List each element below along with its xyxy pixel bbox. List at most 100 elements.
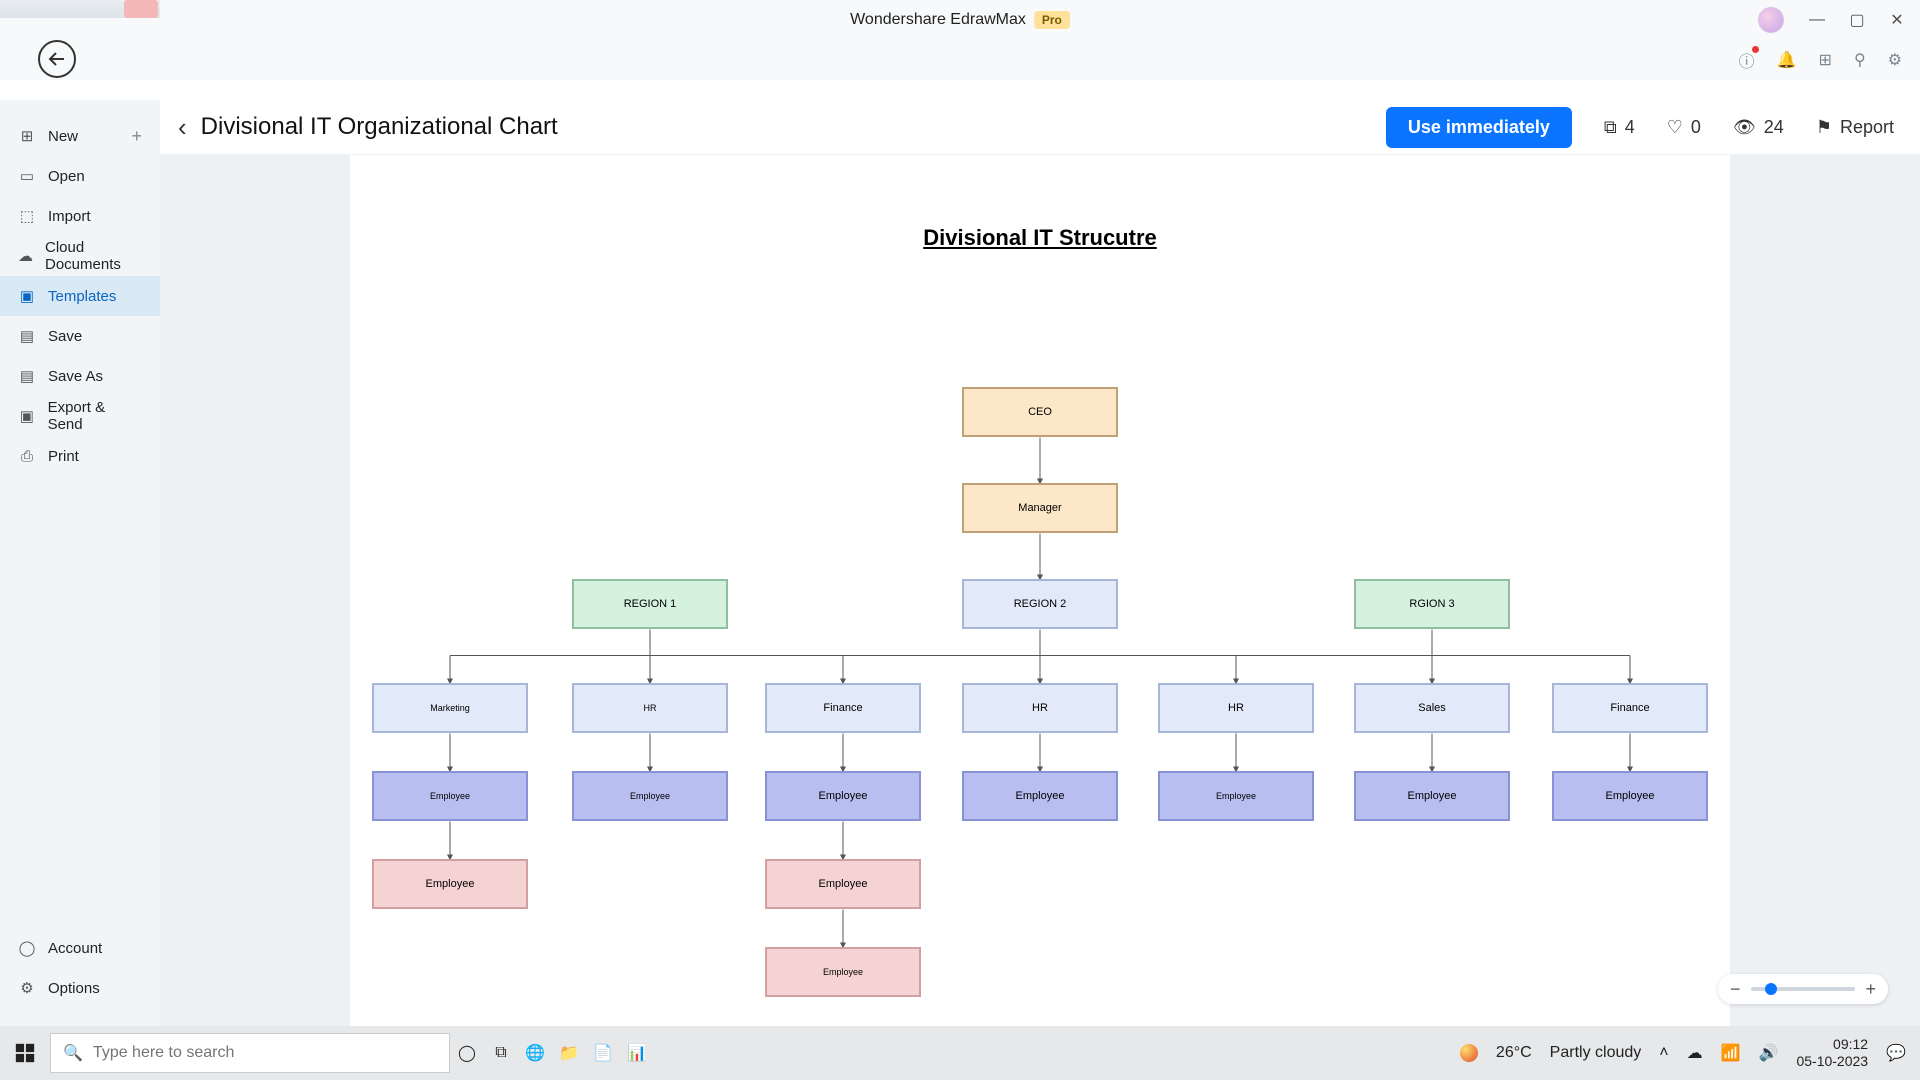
org-node-emp9[interactable]: Employee	[765, 859, 921, 909]
sidebar-item-print[interactable]: ⎙ Print	[0, 436, 160, 476]
sidebar-item-account[interactable]: ◯ Account	[0, 928, 160, 968]
sidebar-item-export[interactable]: ▣ Export & Send	[0, 396, 160, 436]
org-node-dept-hr1[interactable]: HR	[572, 683, 728, 733]
org-node-emp1[interactable]: Employee	[372, 771, 528, 821]
org-node-ceo[interactable]: CEO	[962, 387, 1118, 437]
clock-date: 05-10-2023	[1796, 1053, 1868, 1070]
org-node-region1[interactable]: REGION 1	[572, 579, 728, 629]
sidebar-item-label: Save	[48, 328, 82, 345]
pin-icon[interactable]: ⚲	[1854, 50, 1866, 70]
sidebar-item-label: Print	[48, 448, 79, 465]
window-tab-close-stub[interactable]	[124, 0, 158, 18]
sidebar-item-label: Import	[48, 208, 91, 225]
org-node-manager[interactable]: Manager	[962, 483, 1118, 533]
sidebar-item-label: Account	[48, 940, 102, 957]
taskbar-clock[interactable]: 09:12 05-10-2023	[1796, 1036, 1868, 1070]
window-maximize-button[interactable]: ▢	[1840, 6, 1874, 34]
tray-onedrive-icon[interactable]: ☁	[1687, 1043, 1703, 1063]
zoom-slider[interactable]	[1751, 987, 1856, 991]
settings-icon[interactable]: ⚙	[1888, 50, 1902, 70]
org-node-dept-finance2[interactable]: Finance	[1552, 683, 1708, 733]
windows-icon	[14, 1042, 36, 1064]
taskbar-app-edrawmax[interactable]: 📊	[620, 1036, 654, 1070]
copies-stat[interactable]: ⧉4	[1604, 117, 1635, 138]
org-node-dept-finance1[interactable]: Finance	[765, 683, 921, 733]
org-node-emp2[interactable]: Employee	[572, 771, 728, 821]
sidebar-item-options[interactable]: ⚙ Options	[0, 968, 160, 1008]
diagram-canvas[interactable]: Divisional IT Strucutre	[350, 155, 1730, 1026]
cloud-icon: ☁	[18, 247, 33, 265]
save-icon: ▤	[18, 367, 36, 385]
user-avatar[interactable]	[1758, 7, 1784, 33]
org-node-dept-marketing[interactable]: Marketing	[372, 683, 528, 733]
taskbar-app-explorer[interactable]: 📁	[552, 1036, 586, 1070]
app-name: Wondershare EdrawMax	[850, 11, 1026, 29]
tray-notifications-icon[interactable]: 💬	[1886, 1043, 1906, 1063]
sidebar-item-label: Cloud Documents	[45, 239, 142, 273]
start-button[interactable]	[0, 1026, 50, 1080]
org-node-region3[interactable]: RGION 3	[1354, 579, 1510, 629]
copy-icon: ⧉	[1604, 117, 1617, 138]
tray-chevron-icon[interactable]: ˄	[1659, 1044, 1668, 1062]
weather-icon	[1460, 1044, 1478, 1062]
views-stat: 👁24	[1733, 117, 1784, 138]
heart-icon: ♡	[1667, 117, 1683, 138]
sidebar-item-label: Save As	[48, 368, 103, 385]
sidebar-item-cloud[interactable]: ☁ Cloud Documents	[0, 236, 160, 276]
weather-text[interactable]: Partly cloudy	[1550, 1044, 1642, 1062]
plus-icon[interactable]: +	[131, 126, 142, 147]
org-node-emp8[interactable]: Employee	[372, 859, 528, 909]
org-node-emp5[interactable]: Employee	[1158, 771, 1314, 821]
org-node-dept-hr3[interactable]: HR	[1158, 683, 1314, 733]
report-button[interactable]: ⚑ Report	[1816, 117, 1894, 138]
apps-icon[interactable]: ⊞	[1819, 50, 1832, 70]
chevron-left-icon[interactable]: ‹	[178, 112, 187, 143]
sidebar-item-templates[interactable]: ▣ Templates	[0, 276, 160, 316]
sidebar-item-label: Export & Send	[48, 399, 142, 433]
org-node-emp3[interactable]: Employee	[765, 771, 921, 821]
likes-stat[interactable]: ♡0	[1667, 117, 1701, 138]
sidebar-item-import[interactable]: ⬚ Import	[0, 196, 160, 236]
back-button[interactable]	[38, 40, 76, 78]
gear-icon: ⚙	[18, 979, 36, 997]
save-icon: ▤	[18, 327, 36, 345]
sidebar-item-saveas[interactable]: ▤ Save As	[0, 356, 160, 396]
bell-icon[interactable]: 🔔	[1777, 50, 1797, 70]
sidebar-item-save[interactable]: ▤ Save	[0, 316, 160, 356]
taskbar-taskview[interactable]: ⧉	[484, 1036, 518, 1070]
briefcase-icon: ▣	[18, 407, 36, 425]
org-node-emp10[interactable]: Employee	[765, 947, 921, 997]
org-node-emp6[interactable]: Employee	[1354, 771, 1510, 821]
help-icon[interactable]: ⓘ	[1739, 48, 1755, 72]
taskbar-app-word[interactable]: 📄	[586, 1036, 620, 1070]
org-node-dept-sales[interactable]: Sales	[1354, 683, 1510, 733]
sidebar: ⊞ New + ▭ Open ⬚ Import ☁ Cloud Document…	[0, 100, 160, 1026]
zoom-control: − +	[1718, 974, 1888, 1004]
taskbar-app-cortana[interactable]: ◯	[450, 1036, 484, 1070]
zoom-out-button[interactable]: −	[1730, 979, 1741, 1000]
tray-volume-icon[interactable]: 🔊	[1759, 1043, 1779, 1063]
zoom-in-button[interactable]: +	[1865, 979, 1876, 1000]
taskbar-search-input[interactable]	[93, 1044, 437, 1062]
window-minimize-button[interactable]: —	[1800, 6, 1834, 34]
org-node-emp4[interactable]: Employee	[962, 771, 1118, 821]
flag-icon: ⚑	[1816, 117, 1832, 138]
weather-temp[interactable]: 26°C	[1496, 1044, 1532, 1062]
org-node-emp7[interactable]: Employee	[1552, 771, 1708, 821]
taskbar-app-edge[interactable]: 🌐	[518, 1036, 552, 1070]
sidebar-item-label: Options	[48, 980, 100, 997]
org-node-region2[interactable]: REGION 2	[962, 579, 1118, 629]
page-title: Divisional IT Organizational Chart	[201, 113, 558, 141]
taskbar-search[interactable]: 🔍	[50, 1033, 450, 1073]
sidebar-item-open[interactable]: ▭ Open	[0, 156, 160, 196]
org-node-dept-hr2[interactable]: HR	[962, 683, 1118, 733]
sidebar-item-new[interactable]: ⊞ New +	[0, 116, 160, 156]
window-close-button[interactable]: ✕	[1880, 6, 1914, 34]
tray-wifi-icon[interactable]: 📶	[1721, 1043, 1741, 1063]
zoom-thumb[interactable]	[1765, 983, 1777, 995]
use-immediately-button[interactable]: Use immediately	[1386, 107, 1572, 148]
diagram-title: Divisional IT Strucutre	[350, 225, 1730, 251]
report-label: Report	[1840, 117, 1894, 138]
search-icon: 🔍	[63, 1043, 83, 1063]
sidebar-item-label: New	[48, 128, 78, 145]
